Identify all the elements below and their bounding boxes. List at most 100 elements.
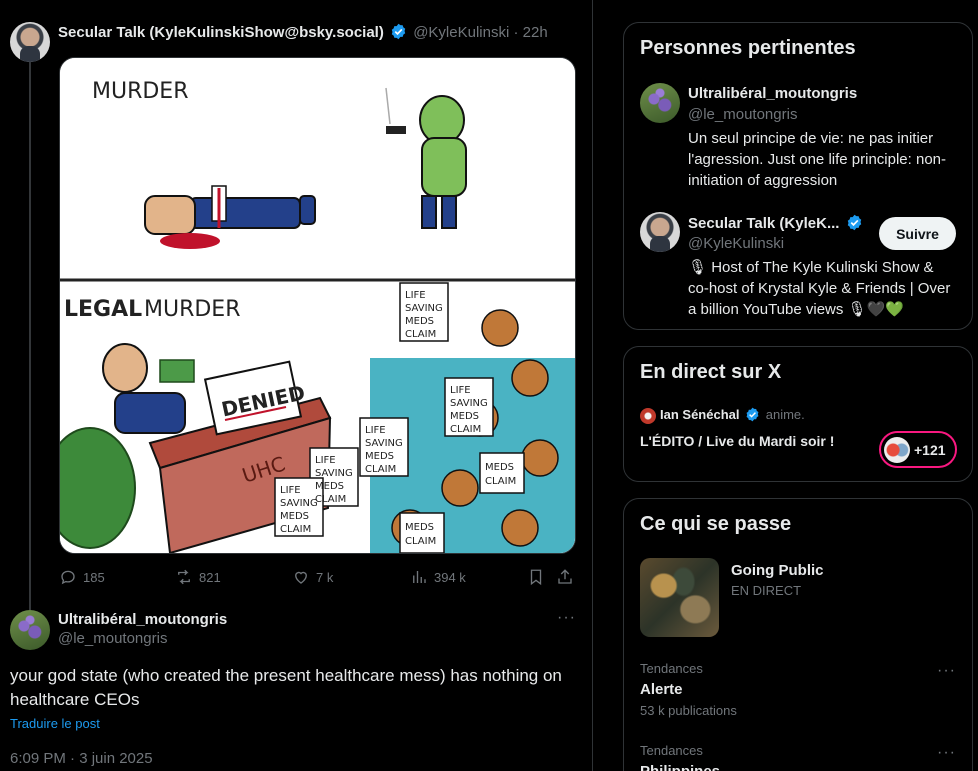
tweet-header: Secular Talk (KyleKulinskiShow@bsky.soci… (58, 23, 548, 41)
claim-word: SAVING (315, 468, 353, 479)
claim-word: CLAIM (485, 476, 516, 487)
repost-icon (178, 569, 190, 585)
caption-murder: MURDER (92, 79, 189, 104)
more-icon[interactable]: ··· (937, 662, 956, 680)
bio-line: co-host of Krystal Kyle & Friends | Over (688, 280, 951, 297)
featured-event-status: EN DIRECT (731, 583, 802, 598)
trend-count: 53 k publications (640, 703, 737, 718)
listener-count: +121 (914, 441, 946, 458)
post-action-bar: 185 821 7 k 394 k (59, 566, 579, 588)
repost-count: 821 (199, 569, 221, 585)
translate-post-link[interactable]: Traduire le post (10, 716, 100, 731)
claim-word: MEDS (365, 451, 394, 462)
avatar[interactable] (10, 22, 50, 62)
claim-word: CLAIM (280, 524, 311, 535)
like-button[interactable]: 7 k (292, 566, 333, 588)
person-avatar[interactable] (640, 83, 680, 123)
person-avatar[interactable] (640, 212, 680, 252)
claim-word: LIFE (315, 455, 336, 466)
claim-word: SAVING (280, 498, 318, 509)
views-button[interactable]: 394 k (410, 566, 466, 588)
listener-avatars (884, 436, 910, 463)
verified-badge-icon (746, 407, 759, 422)
claim-word: MEDS (405, 316, 434, 327)
post-time[interactable]: 22h (523, 24, 548, 41)
bookmark-icon (530, 569, 542, 586)
views-count: 394 k (434, 569, 466, 585)
claim-word: CLAIM (405, 329, 436, 340)
trend-label: Tendances (640, 661, 703, 676)
reply-author-handle[interactable]: @le_moutongris (58, 630, 227, 647)
live-show-title[interactable]: L'ÉDITO / Live du Mardi soir ! (640, 433, 834, 449)
person-name-row: Secular Talk (KyleK... (688, 214, 865, 232)
claim-word: MEDS (280, 511, 309, 522)
claim-word: LIFE (405, 290, 426, 301)
more-icon[interactable]: ··· (937, 744, 956, 762)
person-name[interactable]: Ultralibéral_moutongris (688, 85, 857, 102)
claim-word: SAVING (405, 303, 443, 314)
reply-header: Ultralibéral_moutongris @le_moutongris (58, 611, 227, 647)
person-name[interactable]: Secular Talk (KyleK... (688, 215, 839, 232)
claim-word: CLAIM (315, 494, 346, 505)
claim-word: MEDS (450, 411, 479, 422)
reply-author-name[interactable]: Ultralibéral_moutongris (58, 611, 227, 628)
cartoon-illustration: MURDER LEGAL MURDER UHC DENIED LIFE SAVI… (60, 58, 575, 553)
share-icon (558, 569, 572, 584)
post-image[interactable]: MURDER LEGAL MURDER UHC DENIED LIFE SAVI… (59, 57, 576, 554)
featured-event-thumbnail[interactable] (640, 558, 719, 637)
main-column: Secular Talk (KyleKulinskiShow@bsky.soci… (0, 0, 593, 771)
like-count: 7 k (316, 569, 334, 585)
person-bio: Un seul principe de vie: ne pas initier … (688, 128, 946, 191)
person-handle[interactable]: @le_moutongris (688, 106, 797, 123)
featured-event-title[interactable]: Going Public (731, 562, 824, 579)
live-host-name[interactable]: Ian Sénéchal (660, 407, 739, 422)
claim-word: LIFE (365, 425, 386, 436)
claim-word: CLAIM (365, 464, 396, 475)
like-icon (295, 571, 307, 584)
person-bio: 🎙 Host of The Kyle Kulinski Show & co-ho… (688, 257, 950, 320)
claim-word: MEDS (485, 462, 514, 473)
verified-badge-icon (391, 23, 406, 40)
thread-connector-line (29, 62, 31, 610)
caption-legal: LEGAL (64, 297, 142, 322)
bio-line: l'agression. Just one life principle: no… (688, 151, 947, 168)
card-title: Personnes pertinentes (640, 37, 856, 59)
live-host-action: anime. (765, 407, 805, 422)
reply-timestamp[interactable]: 6:09 PM · 3 juin 2025 (10, 750, 153, 767)
bio-line: 🎙 Host of The Kyle Kulinski Show & (688, 259, 934, 276)
reply-count: 185 (83, 569, 105, 585)
claim-word: SAVING (365, 438, 403, 449)
author-handle[interactable]: @KyleKulinski (413, 24, 509, 41)
reply-icon (61, 570, 75, 585)
bio-line: a billion YouTube views 🎙🖤💚 (688, 301, 904, 318)
bio-line: Un seul principe de vie: ne pas initier (688, 130, 934, 147)
bookmark-button[interactable] (527, 566, 545, 588)
claim-word: LIFE (450, 385, 471, 396)
bio-line: initiation of aggression (688, 172, 838, 189)
person-handle[interactable]: @KyleKulinski (688, 235, 784, 252)
repost-button[interactable]: 821 (175, 566, 221, 588)
reply-button[interactable]: 185 (59, 566, 105, 588)
host-avatar[interactable] (640, 408, 656, 424)
verified-badge-icon (847, 214, 861, 231)
claim-word: LIFE (280, 485, 301, 496)
trend-label: Tendances (640, 743, 703, 758)
follow-button[interactable]: Suivre (879, 217, 956, 250)
reply-avatar[interactable] (10, 610, 50, 650)
separator: · (513, 24, 519, 41)
more-icon[interactable]: ··· (557, 609, 576, 627)
caption-murder-2: MURDER (144, 297, 241, 322)
claim-word: MEDS (405, 522, 434, 533)
trend-topic[interactable]: Philippines (640, 763, 720, 771)
card-title: Ce qui se passe (640, 513, 792, 535)
live-listeners-button[interactable]: +121 (879, 431, 957, 468)
author-name[interactable]: Secular Talk (KyleKulinskiShow@bsky.soci… (58, 24, 384, 41)
trend-topic[interactable]: Alerte (640, 681, 683, 698)
views-icon (413, 571, 426, 583)
claim-word: CLAIM (405, 536, 436, 547)
live-host-row: Ian Sénéchal anime. (660, 407, 805, 422)
share-button[interactable] (556, 566, 574, 588)
claim-word: MEDS (315, 481, 344, 492)
claim-word: CLAIM (450, 424, 481, 435)
reply-text: your god state (who created the present … (10, 666, 562, 709)
